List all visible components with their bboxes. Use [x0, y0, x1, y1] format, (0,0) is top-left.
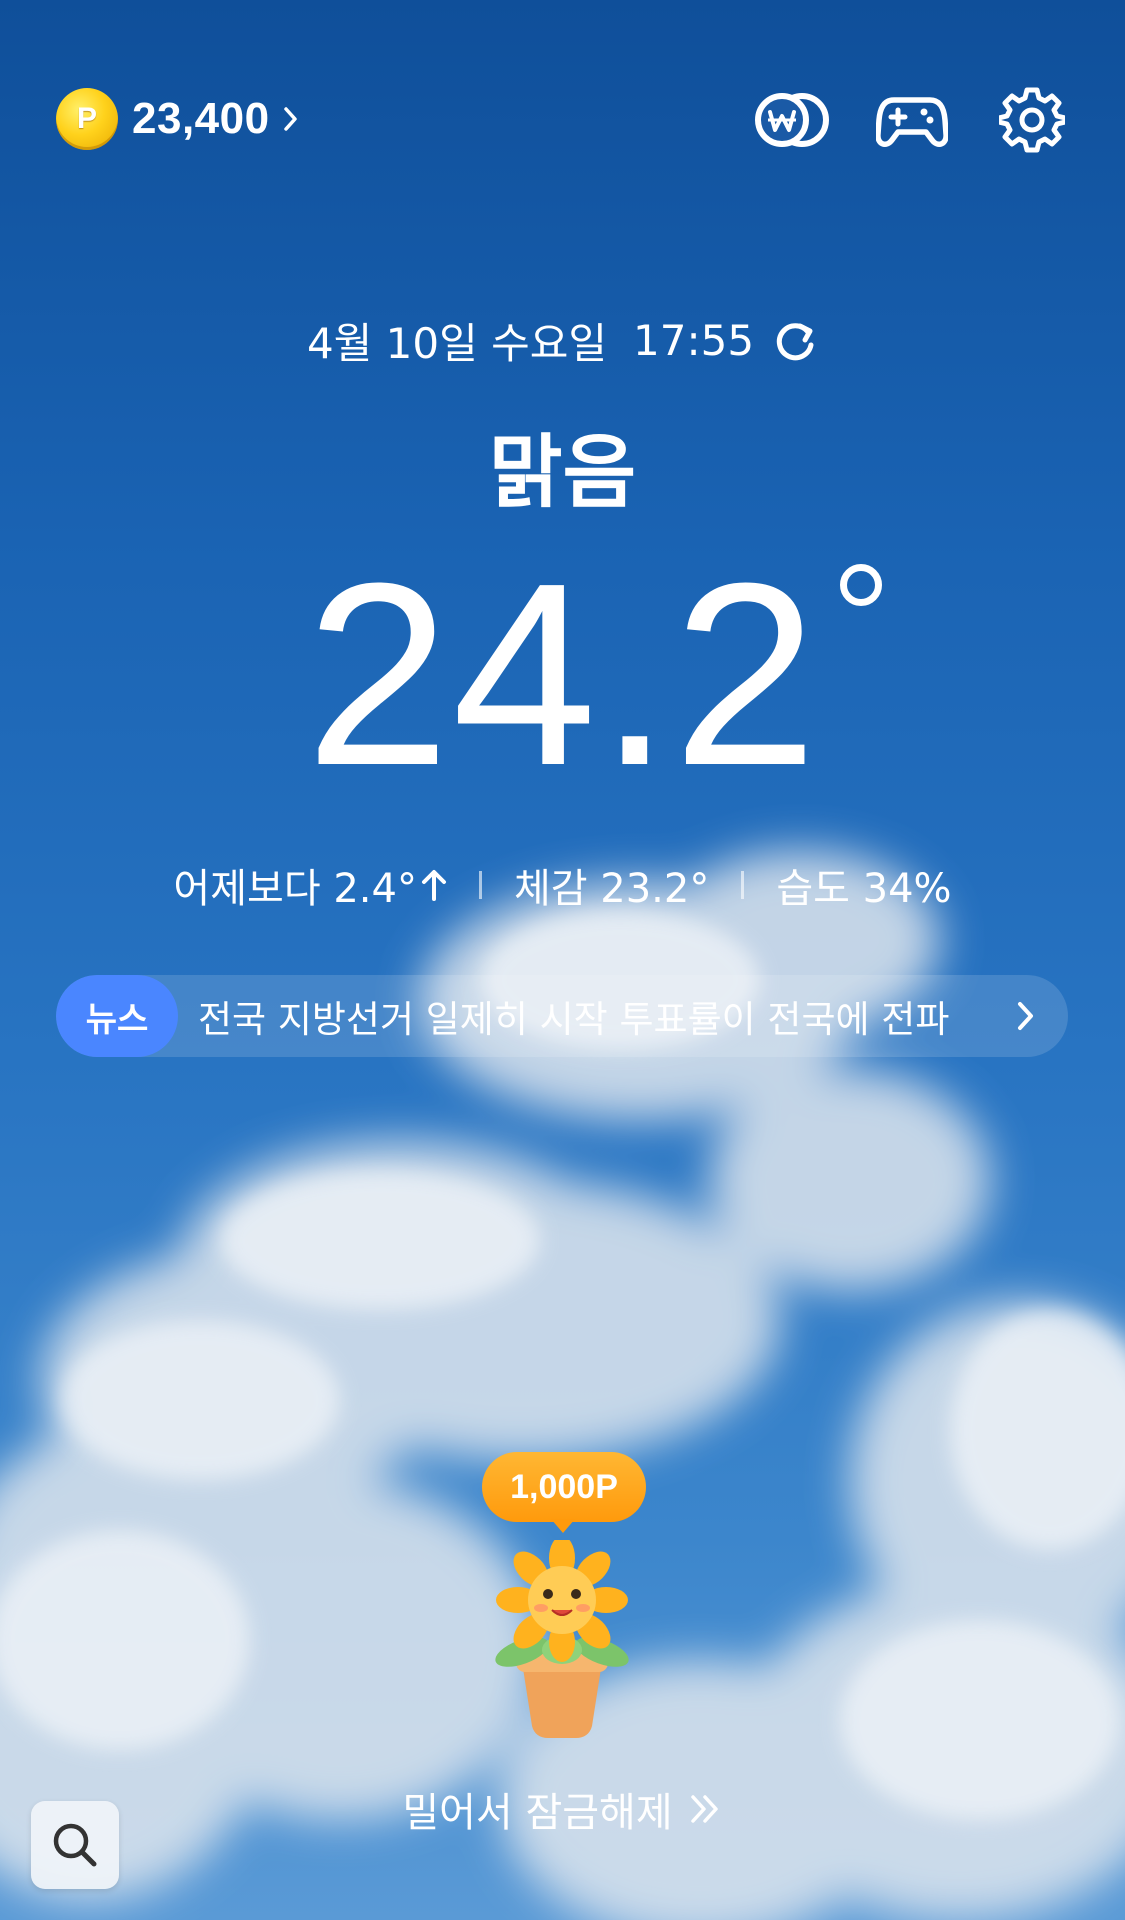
refresh-icon[interactable] [772, 318, 818, 364]
date-time-row: 4월 10일 수요일 17:55 [0, 310, 1125, 371]
temperature-block: 24.2 [0, 545, 1125, 805]
news-badge: 뉴스 [56, 975, 178, 1057]
time-label: 17:55 [633, 316, 755, 365]
news-headline: 전국 지방선거 일제히 시작 투표률이 전국에 전파 [198, 998, 950, 1041]
won-exchange-button[interactable] [754, 84, 830, 156]
divider [741, 871, 745, 899]
unlock-label: 밀어서 잠금해제 [402, 1790, 673, 1836]
chevron-right-icon [1018, 1002, 1033, 1030]
swipe-to-unlock[interactable]: 밀어서 잠금해제 [0, 1780, 1125, 1838]
search-button[interactable] [31, 1801, 119, 1889]
vs-yesterday: 어제보다 2.4° [173, 866, 417, 912]
settings-button[interactable] [994, 84, 1070, 156]
chevron-right-icon [283, 107, 297, 131]
gamepad-icon [876, 97, 948, 147]
temperature-value: 24.2 [305, 545, 882, 805]
reward-bubble-tail [551, 1519, 575, 1533]
point-coin-icon: P [56, 88, 118, 150]
degree-icon [839, 564, 882, 606]
search-icon [53, 1823, 97, 1867]
game-button[interactable] [874, 84, 950, 156]
weather-stats: 어제보다 2.4° 체감 23.2° 습도 34% [0, 856, 1125, 914]
temperature-number: 24.2 [305, 530, 820, 820]
lock-screen: P 23,400 4월 10일 수요일 17:55 맑음 24.2 어제보다 2… [0, 0, 1125, 1920]
top-actions [754, 84, 1070, 156]
coin-letter: P [76, 102, 97, 135]
reward-points-bubble[interactable]: 1,000P [482, 1452, 646, 1522]
won-exchange-icon [755, 93, 829, 147]
feels-like: 체감 23.2° [513, 866, 710, 912]
points-value: 23,400 [132, 94, 270, 143]
arrow-up-icon [421, 870, 446, 901]
humidity: 습도 34% [776, 866, 952, 912]
date-label: 4월 10일 수요일 [306, 319, 608, 368]
sunflower-character-icon[interactable] [486, 1540, 638, 1740]
news-banner[interactable]: 뉴스 전국 지방선거 일제히 시작 투표률이 전국에 전파 [56, 975, 1068, 1057]
gear-icon [999, 87, 1065, 153]
double-chevron-right-icon [690, 1795, 718, 1823]
weather-condition: 맑음 [488, 426, 637, 519]
divider [478, 871, 482, 899]
points-balance-button[interactable]: P 23,400 [56, 88, 302, 150]
